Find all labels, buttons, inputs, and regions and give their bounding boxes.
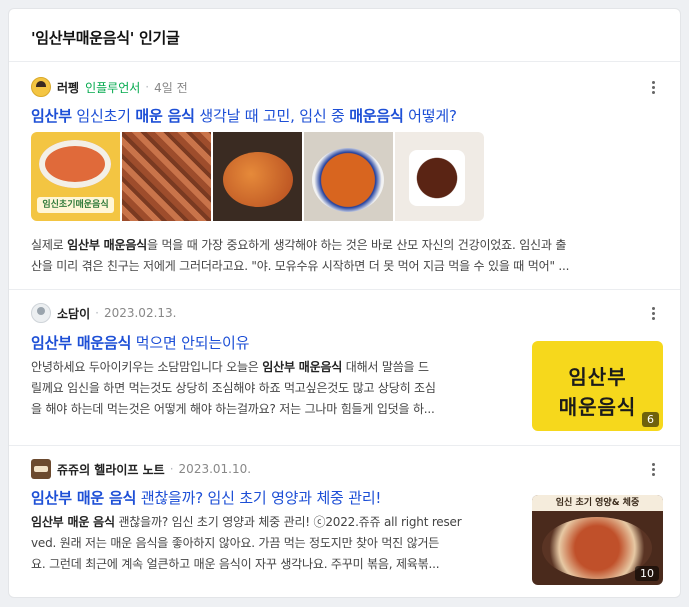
popular-posts-panel: '임산부매운음식' 인기글 러펭 인플루언서 · 4일 전 임산부 임신초기 매… — [8, 8, 681, 598]
post-date: 2023.01.10. — [178, 462, 252, 476]
post-snippet[interactable]: 실제로 임산부 매운음식을 먹을 때 가장 중요하게 생각해야 하는 것은 바로… — [31, 235, 663, 277]
thumbnail-image[interactable] — [122, 132, 211, 221]
snippet-line: 임산부 매운 음식 괜찮을까? 임신 초기 영양과 체중 관리! ⓒ2022.쥬… — [31, 512, 507, 533]
post-item-1: 러펭 인플루언서 · 4일 전 임산부 임신초기 매운 음식 생각날 때 고민,… — [31, 75, 663, 280]
section-title: '임산부매운음식' 인기글 — [31, 29, 180, 47]
separator-dot: · — [145, 80, 150, 94]
separator-dot: · — [169, 462, 174, 476]
author-name[interactable]: 쥬쥬의 헬라이프 노트 — [57, 461, 165, 478]
snippet-line: ved. 원래 저는 매운 음식을 좋아하지 않아요. 가끔 먹는 정도지만 찾… — [31, 536, 440, 550]
more-options-icon[interactable] — [643, 459, 663, 479]
post-title-link[interactable]: 임산부 임신초기 매운 음식 생각날 때 고민, 임신 중 매운음식 어떻게? — [31, 105, 457, 126]
snippet-text: 괜찮을까? 임신 초기 영양과 체중 관리! ⓒ2022.쥬쥬 all righ… — [114, 515, 462, 529]
separator-dot: · — [95, 306, 99, 320]
post-meta: 소담이 · 2023.02.13. — [31, 303, 176, 323]
title-highlight: 매운음식 — [349, 107, 404, 125]
post-meta: 러펭 인플루언서 · 4일 전 — [31, 77, 188, 97]
thumbnail-banner: 임신 초기 영양& 체중 — [532, 495, 663, 511]
title-highlight: 임산부 — [31, 107, 72, 125]
post-thumbnail[interactable]: 임신 초기 영양& 체중 10 — [532, 495, 663, 585]
snippet-text: 대해서 말씀을 드 — [342, 360, 429, 374]
thumbnail-text: 임산부 — [568, 365, 627, 389]
image-count-badge: 6 — [642, 412, 659, 427]
post-snippet[interactable]: 임산부 매운 음식 괜찮을까? 임신 초기 영양과 체중 관리! ⓒ2022.쥬… — [31, 512, 507, 575]
thumbnail-image[interactable] — [304, 132, 393, 221]
image-count-badge: 10 — [635, 566, 659, 581]
avatar[interactable] — [31, 303, 51, 323]
thumbnail-strip: 임신초기매운음식 — [31, 132, 484, 221]
title-highlight: 임산부 매운음식 — [31, 334, 132, 352]
snippet-highlight: 임산부 매운 음식 — [31, 515, 115, 529]
thumbnail-image[interactable] — [395, 132, 484, 221]
divider — [9, 61, 680, 62]
post-item-3: 쥬쥬의 헬라이프 노트 · 2023.01.10. 임산부 매운 음식 괜찮을까… — [31, 459, 663, 594]
avatar[interactable] — [31, 77, 51, 97]
post-thumbnail[interactable]: 임산부 매운음식 6 — [532, 341, 663, 431]
snippet-text: 안녕하세요 두아이키우는 소담맘입니다 오늘은 — [31, 360, 263, 374]
thumbnail-label: 임신초기매운음식 — [37, 197, 114, 213]
snippet-text: 실제로 — [31, 238, 68, 252]
snippet-highlight: 임산부 매운음식 — [262, 360, 343, 374]
post-date: 4일 전 — [154, 80, 188, 95]
snippet-line: 릴께요 임신을 하면 먹는것도 상당히 조심해야 하죠 먹고싶은것도 많고 상당… — [31, 381, 436, 395]
more-options-icon[interactable] — [643, 303, 663, 323]
author-name[interactable]: 소담이 — [57, 305, 90, 322]
post-snippet[interactable]: 안녕하세요 두아이키우는 소담맘입니다 오늘은 임산부 매운음식 대해서 말씀을… — [31, 357, 507, 420]
snippet-highlight: 임산부 매운음식 — [67, 238, 147, 252]
title-text: 괜찮을까? 임신 초기 영양과 체중 관리! — [136, 489, 382, 507]
title-highlight: 매운 음식 — [135, 107, 195, 125]
food-plate-image — [39, 140, 111, 188]
snippet-text: 을 먹을 때 가장 중요하게 생각해야 하는 것은 바로 산모 자신의 건강이었… — [147, 238, 567, 252]
title-highlight: 임산부 매운 음식 — [31, 489, 137, 507]
avatar[interactable] — [31, 459, 51, 479]
post-title-link[interactable]: 임산부 매운음식 먹으면 안되는이유 — [31, 332, 249, 353]
more-options-icon[interactable] — [643, 77, 663, 97]
title-text: 먹으면 안되는이유 — [131, 334, 250, 352]
snippet-line: 실제로 임산부 매운음식을 먹을 때 가장 중요하게 생각해야 하는 것은 바로… — [31, 235, 663, 256]
snippet-line: 산을 미리 겪은 친구는 저에게 그러더라고요. "야. 모유수유 시작하면 더… — [31, 259, 570, 273]
title-text: 어떻게? — [403, 107, 457, 125]
snippet-line: 을 해야 하는데 먹는것은 어떻게 해야 하는걸까요? 저는 그나마 힘들게 입… — [31, 402, 435, 416]
author-name[interactable]: 러펭 — [57, 79, 79, 96]
snippet-line: 안녕하세요 두아이키우는 소담맘입니다 오늘은 임산부 매운음식 대해서 말씀을… — [31, 357, 507, 378]
post-date: 2023.02.13. — [103, 306, 177, 320]
post-title-link[interactable]: 임산부 매운 음식 괜찮을까? 임신 초기 영양과 체중 관리! — [31, 487, 381, 508]
snippet-line: 요. 그런데 최근에 계속 얼큰하고 매운 음식이 자꾸 생각나요. 주꾸미 볶… — [31, 557, 440, 571]
post-meta: 쥬쥬의 헬라이프 노트 · 2023.01.10. — [31, 459, 251, 479]
thumbnail-image[interactable] — [213, 132, 302, 221]
title-text: 생각날 때 고민, 임신 중 — [194, 107, 350, 125]
post-item-2: 소담이 · 2023.02.13. 임산부 매운음식 먹으면 안되는이유 안녕하… — [31, 303, 663, 438]
influencer-badge[interactable]: 인플루언서 — [85, 79, 140, 96]
title-text: 임신초기 — [71, 107, 136, 125]
divider — [9, 289, 680, 290]
divider — [9, 445, 680, 446]
thumbnail-image[interactable]: 임신초기매운음식 — [31, 132, 120, 221]
